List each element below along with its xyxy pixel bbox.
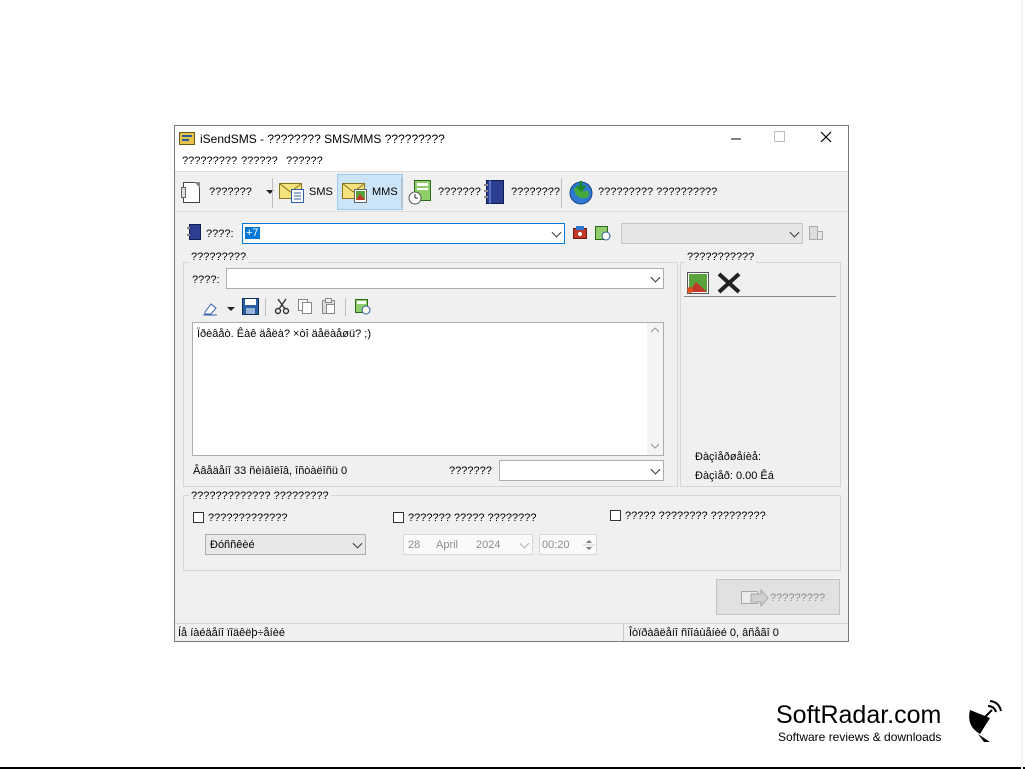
contacts-button[interactable]: ???????? <box>483 176 560 208</box>
right-edge <box>1021 0 1023 769</box>
download-button[interactable]: ????????? ?????????? <box>568 176 717 208</box>
date-month[interactable]: April <box>436 539 458 551</box>
send-arrow-icon <box>741 589 769 607</box>
message-group-legend: ????????? <box>189 251 249 263</box>
title-bar: iSendSMS - ???????? SMS/MMS ????????? <box>175 126 848 152</box>
mms-button[interactable]: MMS <box>337 174 403 210</box>
contact-group-icon[interactable] <box>595 225 611 241</box>
character-counter: Ââåäåíî 33 ñèìâîëîâ, îñòàëîñü 0 <box>193 465 348 477</box>
maximize-icon <box>774 131 785 142</box>
encoding-value: Ðóññêèé <box>210 539 255 551</box>
subject-combobox[interactable] <box>226 268 664 289</box>
menu-bar: ????????? ?????? ?????? <box>175 152 848 171</box>
recipient-combobox[interactable]: +7 <box>242 223 565 244</box>
close-button[interactable] <box>820 131 832 146</box>
edit-toolbar-separator <box>345 298 346 316</box>
toolbar: ??????? SMS MMS ??????? ???????? ???????… <box>175 171 848 212</box>
options-group-legend: ????????????? ????????? <box>189 490 331 502</box>
address-book-icon <box>484 180 504 204</box>
message-body-text: Ïðèâåò. Êàê äåëà? ×òî äåëàåøü? ;) <box>197 328 372 340</box>
sender-combobox[interactable] <box>499 460 664 481</box>
eraser-dropdown-arrow-icon[interactable] <box>227 307 235 311</box>
subject-label: ????: <box>192 274 220 286</box>
option3-label: ????? ???????? ????????? <box>625 510 766 522</box>
chevron-down-icon[interactable] <box>551 227 562 238</box>
time-spinner-icon[interactable] <box>583 537 595 553</box>
add-image-icon[interactable] <box>686 271 710 295</box>
option3-checkbox[interactable] <box>610 510 621 521</box>
copy-icon[interactable] <box>297 298 313 315</box>
date-year[interactable]: 2024 <box>476 539 500 551</box>
attachment-cost-label: Ðàçìåð: 0.00 Êá <box>695 470 774 482</box>
toolbar-separator <box>272 178 273 208</box>
eraser-icon[interactable] <box>202 300 218 316</box>
message-body-textarea[interactable]: Ïðèâåò. Êàê äåëà? ×òî äåëàåøü? ;) <box>192 322 664 456</box>
date-day[interactable]: 28 <box>408 539 420 551</box>
attachments-group-legend: ??????????? <box>685 251 757 263</box>
add-contact-icon[interactable] <box>572 225 588 241</box>
toolbar-separator <box>561 178 562 208</box>
send-button-label: ????????? <box>770 592 826 604</box>
sms-envelope-icon <box>279 183 304 203</box>
menu-item-edit[interactable]: ?????? <box>241 155 278 167</box>
send-button[interactable]: ????????? <box>716 579 840 615</box>
main-window: iSendSMS - ???????? SMS/MMS ????????? ??… <box>174 125 849 642</box>
status-connection: Íå íàéäåíî ïîäêëþ÷åíèé <box>178 627 285 639</box>
status-divider <box>623 624 624 641</box>
option2-checkbox[interactable] <box>393 512 404 523</box>
journal-clock-icon <box>408 180 431 205</box>
time-value[interactable]: 00:20 <box>542 539 570 551</box>
time-picker[interactable]: 00:20 <box>539 534 597 555</box>
edit-toolbar-separator <box>265 298 266 316</box>
menu-item-file[interactable]: ????????? <box>182 155 237 167</box>
new-document-icon <box>181 182 200 203</box>
remove-attachment-icon[interactable] <box>716 271 742 295</box>
chevron-down-icon[interactable] <box>352 538 363 549</box>
options-group <box>183 495 841 571</box>
paste-icon[interactable] <box>321 298 337 315</box>
body-scrollbar[interactable] <box>647 323 663 455</box>
option1-label: ????????????? <box>208 512 288 524</box>
cut-icon[interactable] <box>274 298 290 315</box>
window-title: iSendSMS - ???????? SMS/MMS ????????? <box>200 132 445 146</box>
minimize-button[interactable] <box>729 129 743 145</box>
chevron-down-icon[interactable] <box>650 272 661 283</box>
maximize-button[interactable] <box>774 131 785 145</box>
attachments-divider <box>684 296 836 297</box>
chevron-down-icon[interactable] <box>650 464 661 475</box>
mms-envelope-icon <box>342 183 367 203</box>
sender-label: ??????? <box>449 465 492 477</box>
recipient-input[interactable]: +7 <box>245 227 260 239</box>
globe-download-icon <box>569 181 593 205</box>
scroll-down-icon[interactable] <box>651 443 659 449</box>
menu-item-help[interactable]: ?????? <box>286 155 323 167</box>
phone-settings-icon[interactable] <box>808 225 824 241</box>
option1-checkbox[interactable] <box>193 512 204 523</box>
status-bar: Íå íàéäåíî ïîäêëþ÷åíèé Îòïðàâëåíî ñîîáùå… <box>175 623 848 641</box>
modem-combobox[interactable] <box>621 223 803 244</box>
satellite-dish-icon <box>969 700 1002 742</box>
minimize-icon <box>731 138 741 140</box>
chevron-down-icon[interactable] <box>789 227 800 238</box>
watermark-brand: SoftRadar.com <box>776 701 942 729</box>
date-picker[interactable]: 28 April 2024 <box>403 534 533 555</box>
scroll-up-icon[interactable] <box>651 327 659 333</box>
status-sent-count: Îòïðàâëåíî ñîîáùåíèé 0, âñåãî 0 <box>629 627 779 639</box>
encoding-combobox[interactable]: Ðóññêèé <box>205 534 366 555</box>
save-icon[interactable] <box>242 298 259 315</box>
attachment-size-label: Ðàçìåðøåíèå: <box>695 451 762 463</box>
new-message-button[interactable]: ??????? <box>181 176 274 208</box>
journal-button[interactable]: ??????? <box>408 176 481 208</box>
recipient-label: ????: <box>206 228 234 240</box>
close-icon <box>820 131 832 143</box>
option2-label: ??????? ????? ???????? <box>408 512 537 524</box>
sms-button[interactable]: SMS <box>279 176 333 208</box>
toolbar-separator <box>401 178 402 208</box>
chevron-down-icon[interactable] <box>519 538 530 549</box>
contacts-book-icon[interactable] <box>187 224 201 240</box>
watermark-tagline: Software reviews & downloads <box>778 730 942 744</box>
templates-icon[interactable] <box>354 298 371 315</box>
app-icon <box>179 132 195 145</box>
